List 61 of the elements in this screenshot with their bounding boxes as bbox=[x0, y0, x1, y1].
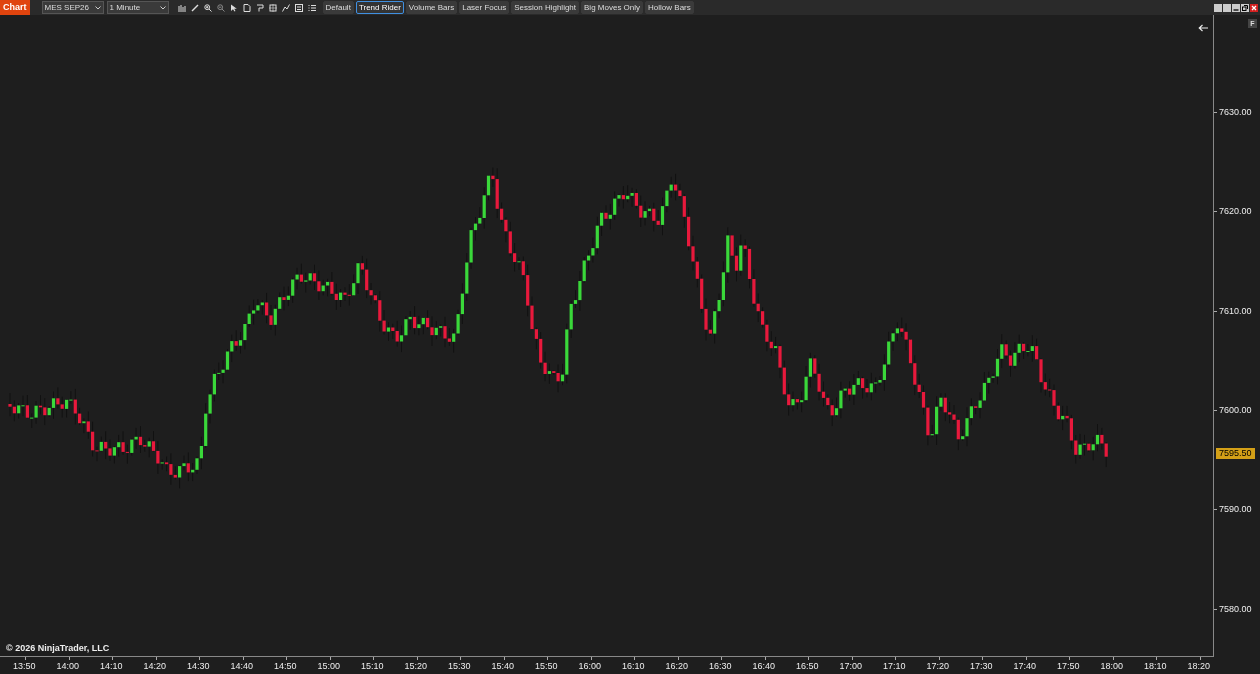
document-icon[interactable] bbox=[242, 3, 251, 12]
price-label: 7590.00 bbox=[1219, 504, 1252, 515]
time-label: 13:50 bbox=[13, 661, 36, 671]
time-label: 15:00 bbox=[317, 661, 341, 671]
template-button[interactable]: Session Highlight bbox=[511, 1, 580, 14]
copyright-text: © 2026 NinjaTrader, LLC bbox=[6, 642, 110, 655]
time-label: 14:00 bbox=[56, 661, 80, 671]
time-label: 14:10 bbox=[100, 661, 123, 671]
time-label: 16:00 bbox=[578, 661, 602, 671]
time-label: 17:10 bbox=[883, 661, 906, 671]
price-label: 7600.00 bbox=[1219, 404, 1252, 415]
time-label: 17:40 bbox=[1013, 661, 1037, 671]
time-label: 15:20 bbox=[404, 661, 428, 671]
close-icon[interactable] bbox=[1250, 3, 1258, 12]
time-label: 15:30 bbox=[448, 661, 471, 671]
time-label: 15:50 bbox=[535, 661, 558, 671]
time-label: 17:50 bbox=[1057, 661, 1080, 671]
time-label: 14:50 bbox=[274, 661, 297, 671]
time-label: 18:10 bbox=[1144, 661, 1167, 671]
template-button[interactable]: Volume Bars bbox=[405, 1, 458, 14]
time-label: 17:30 bbox=[970, 661, 993, 671]
pencil-icon[interactable] bbox=[190, 3, 199, 12]
time-label: 16:40 bbox=[752, 661, 776, 671]
bar-chart-icon[interactable] bbox=[177, 3, 186, 12]
template-button[interactable]: Trend Rider bbox=[355, 1, 404, 14]
template-button[interactable]: Default bbox=[322, 1, 354, 14]
minimize-icon[interactable] bbox=[1232, 3, 1240, 12]
window-title: Chart bbox=[0, 0, 30, 15]
time-label: 14:40 bbox=[230, 661, 254, 671]
line-chart-icon[interactable] bbox=[281, 3, 290, 12]
current-price-marker: 7595.50 bbox=[1216, 448, 1255, 459]
time-label: 16:30 bbox=[709, 661, 732, 671]
caret-icon bbox=[94, 5, 101, 10]
time-label: 16:20 bbox=[665, 661, 689, 671]
time-label: 18:00 bbox=[1100, 661, 1124, 671]
zoom-in-icon[interactable] bbox=[203, 3, 212, 12]
interval-dropdown[interactable]: 1 Minute bbox=[106, 1, 169, 14]
time-label: 16:50 bbox=[796, 661, 819, 671]
time-label: 17:00 bbox=[839, 661, 863, 671]
pointer-icon[interactable] bbox=[229, 3, 238, 12]
price-label: 7630.00 bbox=[1219, 107, 1252, 117]
price-label: 7610.00 bbox=[1219, 305, 1252, 316]
list-icon[interactable] bbox=[307, 3, 316, 12]
time-label: 14:20 bbox=[143, 661, 167, 671]
price-label: 7620.00 bbox=[1219, 206, 1252, 217]
time-label: 14:30 bbox=[187, 661, 210, 671]
template-button[interactable]: Big Moves Only bbox=[581, 1, 644, 14]
time-label: 16:10 bbox=[622, 661, 645, 671]
template-button[interactable]: Laser Focus bbox=[459, 1, 510, 14]
time-label: 15:10 bbox=[361, 661, 384, 671]
restore-icon[interactable] bbox=[1241, 3, 1249, 12]
template-button[interactable]: Hollow Bars bbox=[645, 1, 694, 14]
caret-icon bbox=[159, 5, 166, 10]
time-label: 15:40 bbox=[491, 661, 515, 671]
time-label: 18:20 bbox=[1187, 661, 1211, 671]
price-label: 7580.00 bbox=[1219, 603, 1252, 614]
back-arrow-icon[interactable] bbox=[1198, 24, 1209, 32]
time-label: 17:20 bbox=[926, 661, 950, 671]
calculator-icon[interactable] bbox=[294, 3, 303, 12]
zoom-out-icon[interactable] bbox=[216, 3, 225, 12]
instrument-dropdown[interactable]: MES SEP26 bbox=[41, 1, 104, 14]
